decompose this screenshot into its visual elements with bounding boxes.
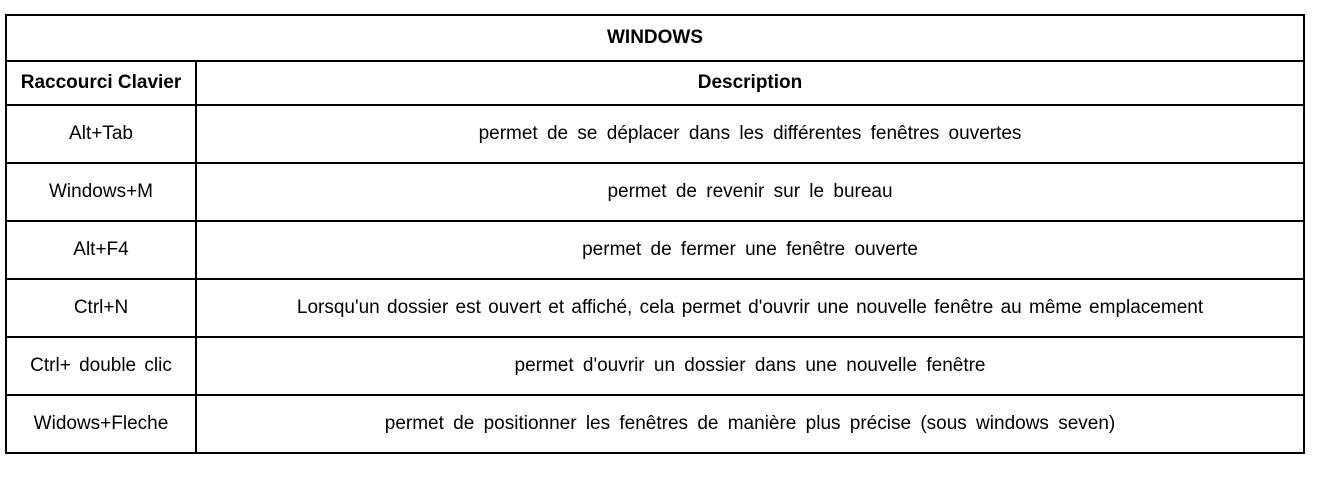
description-cell: permet de se déplacer dans les différent… — [194, 104, 1306, 164]
description-cell: permet de positionner les fenêtres de ma… — [194, 394, 1306, 454]
description-cell: permet d'ouvrir un dossier dans une nouv… — [194, 336, 1306, 396]
table-title-row: WINDOWS — [4, 14, 1306, 62]
table-row: Ctrl+ double clic permet d'ouvrir un dos… — [5, 336, 1306, 396]
shortcut-cell: Ctrl+ double clic — [5, 336, 197, 396]
shortcut-cell: Windows+M — [5, 162, 197, 222]
shortcut-cell: Alt+F4 — [5, 220, 197, 280]
column-header-description: Description — [194, 60, 1306, 106]
description-cell: permet de revenir sur le bureau — [194, 162, 1306, 222]
table-row: Ctrl+N Lorsqu'un dossier est ouvert et a… — [5, 278, 1306, 338]
table-row: Alt+Tab permet de se déplacer dans les d… — [5, 104, 1306, 164]
shortcuts-table: WINDOWS Raccourci Clavier Description Al… — [4, 14, 1306, 454]
table-row: Widows+Fleche permet de positionner les … — [5, 394, 1306, 454]
table-row: Alt+F4 permet de fermer une fenêtre ouve… — [5, 220, 1306, 280]
column-header-shortcut: Raccourci Clavier — [5, 60, 197, 106]
description-cell: permet de fermer une fenêtre ouverte — [194, 220, 1306, 280]
table-header-row: Raccourci Clavier Description — [5, 60, 1306, 106]
shortcut-cell: Widows+Fleche — [5, 394, 197, 454]
description-cell: Lorsqu'un dossier est ouvert et affiché,… — [194, 278, 1306, 338]
shortcut-cell: Ctrl+N — [5, 278, 197, 338]
table-title: WINDOWS — [4, 14, 1306, 62]
shortcut-cell: Alt+Tab — [5, 104, 197, 164]
table-row: Windows+M permet de revenir sur le burea… — [5, 162, 1306, 222]
